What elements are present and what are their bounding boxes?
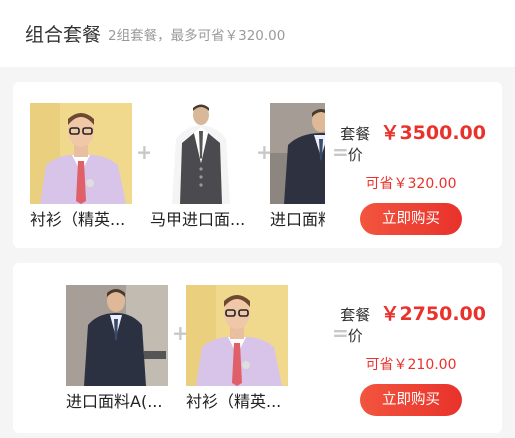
suit-product-image[interactable] xyxy=(270,103,325,204)
package-item-name: 马甲进口面... xyxy=(150,210,246,229)
package-price-label: 套餐价 xyxy=(340,125,371,164)
package-saving: 可省￥210.00 xyxy=(365,357,457,373)
shirt-product-image[interactable] xyxy=(186,285,288,386)
buy-now-button[interactable]: 立即购买 xyxy=(360,203,462,235)
page-title: 组合套餐 xyxy=(25,24,102,46)
package-item[interactable]: 马甲进口面... xyxy=(150,103,254,230)
package-item-name: 进口面料 xyxy=(270,210,325,229)
package-item-name: 衬衫（精英... xyxy=(30,210,126,229)
package-price-box: 套餐价 ￥3500.00 可省￥320.00 立即购买 xyxy=(336,118,486,235)
buy-now-button[interactable]: 立即购买 xyxy=(360,384,462,416)
package-goods-list[interactable]: 衬衫（精英... + 马甲进口面... + 进口面 xyxy=(13,82,325,248)
package-price: ￥2750.00 xyxy=(380,303,486,325)
package-item[interactable]: 进口面料A(... xyxy=(66,285,170,412)
combo-header: 组合套餐 2组套餐，最多可省￥320.00 xyxy=(0,0,515,67)
package-item-name: 进口面料A(... xyxy=(66,392,163,411)
package-card: 进口面料A(... + 衬衫（精英... = 套餐价 ￥2750.00 可省￥2… xyxy=(13,263,502,433)
vest-product-image[interactable] xyxy=(150,103,252,204)
combo-summary: 2组套餐，最多可省￥320.00 xyxy=(108,27,286,44)
package-item[interactable]: 衬衫（精英... xyxy=(186,285,290,412)
package-goods-list[interactable]: 进口面料A(... + 衬衫（精英... xyxy=(13,263,325,433)
package-saving: 可省￥320.00 xyxy=(365,176,457,192)
package-item[interactable]: 衬衫（精英... xyxy=(30,103,134,230)
package-price-box: 套餐价 ￥2750.00 可省￥210.00 立即购买 xyxy=(336,299,486,416)
package-price: ￥3500.00 xyxy=(380,122,486,144)
package-card: 衬衫（精英... + 马甲进口面... + 进口面 = 套餐价 ￥3500.00… xyxy=(13,82,502,248)
package-item-name: 衬衫（精英... xyxy=(186,392,282,411)
suit-product-image[interactable] xyxy=(66,285,168,386)
package-price-label: 套餐价 xyxy=(340,306,371,345)
shirt-product-image[interactable] xyxy=(30,103,132,204)
package-item[interactable]: 进口面料 xyxy=(270,103,325,230)
